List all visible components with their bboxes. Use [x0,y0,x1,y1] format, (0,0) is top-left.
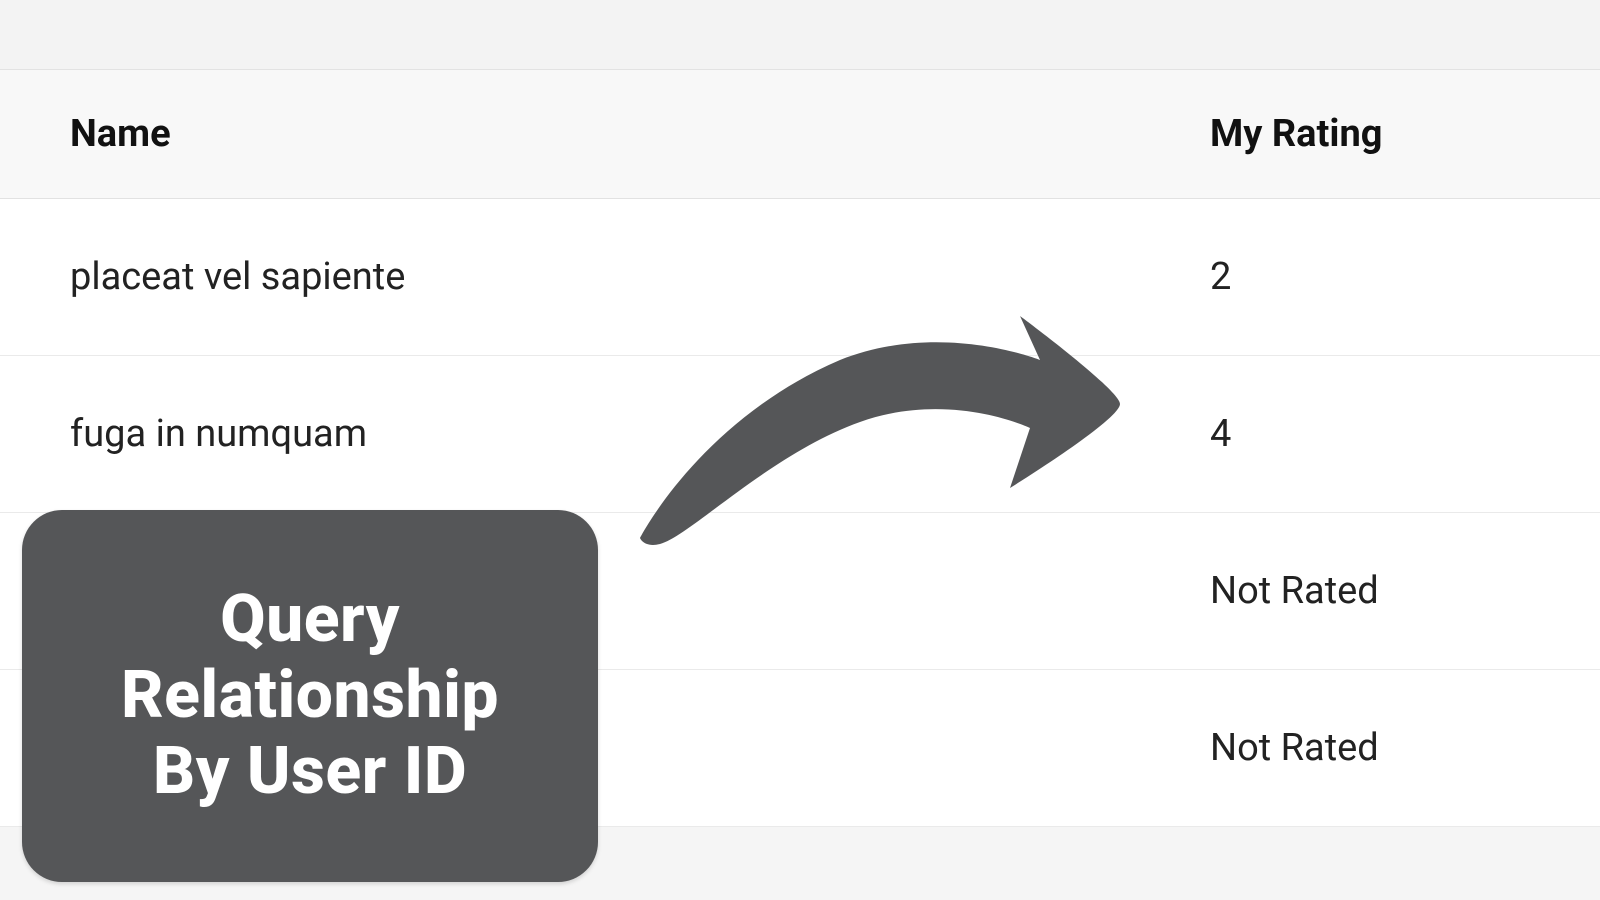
cell-rating: Not Rated [1210,670,1600,827]
annotation-line: Relationship [121,657,499,734]
cell-rating: 4 [1210,356,1600,513]
column-header-name[interactable]: Name [0,70,1210,199]
cell-rating: 2 [1210,199,1600,356]
top-spacer [0,0,1600,70]
annotation-callout: Query Relationship By User ID [22,510,598,882]
annotation-text: Query Relationship By User ID [121,582,499,810]
table-header-row: Name My Rating [0,70,1600,199]
annotation-line: Query [220,581,400,658]
table-row[interactable]: fuga in numquam 4 [0,356,1600,513]
column-header-rating[interactable]: My Rating [1210,70,1600,199]
cell-name: fuga in numquam [0,356,1210,513]
cell-rating: Not Rated [1210,513,1600,670]
page-root: Name My Rating placeat vel sapiente 2 fu… [0,0,1600,900]
annotation-line: By User ID [153,733,467,810]
table-row[interactable]: placeat vel sapiente 2 [0,199,1600,356]
cell-name: placeat vel sapiente [0,199,1210,356]
